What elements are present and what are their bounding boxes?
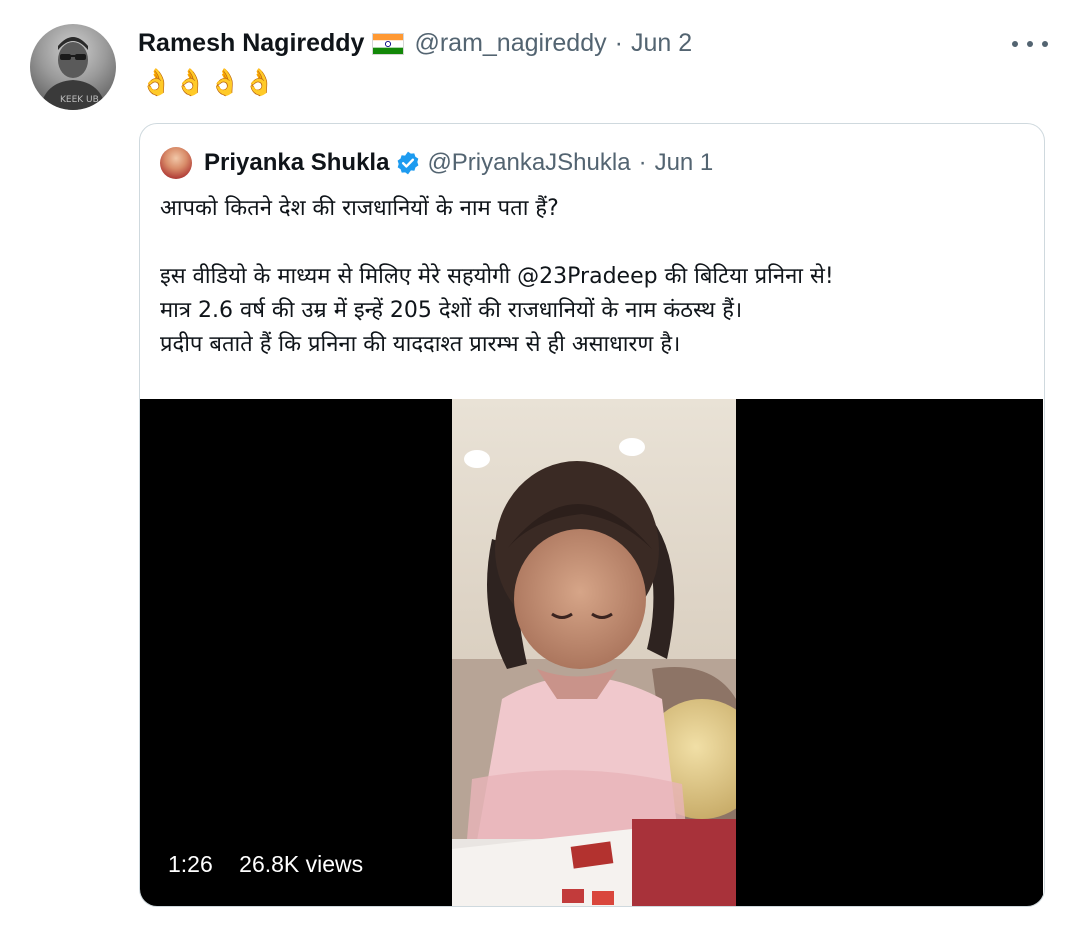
quoted-tweet-date[interactable]: Jun 1	[655, 149, 714, 177]
verified-badge-icon	[395, 150, 421, 176]
quoted-text-line: प्रदीप बताते हैं कि प्रनिना की याददाश्त …	[160, 332, 681, 357]
quoted-text-line: आपको कितने देश की राजधानियों के नाम पता …	[160, 196, 559, 221]
quoted-tweet[interactable]: Priyanka Shukla @PriyankaJShukla · Jun 1…	[139, 123, 1045, 907]
video-thumbnail[interactable]	[452, 399, 736, 906]
tweet-text: 👌👌👌👌	[140, 68, 278, 98]
author-avatar[interactable]: KEEK UB	[30, 24, 116, 110]
tweet-header: Ramesh Nagireddy @ram_nagireddy · Jun 2	[138, 26, 692, 60]
video-duration: 1:26	[168, 851, 213, 877]
quoted-text-line: मात्र 2.6 वर्ष की उम्र में इन्हें 205 दे…	[160, 298, 743, 323]
quoted-tweet-header: Priyanka Shukla @PriyankaJShukla · Jun 1	[160, 146, 713, 180]
india-flag-icon	[372, 33, 405, 55]
tweet[interactable]: KEEK UB Ramesh Nagireddy @ram_nagireddy …	[0, 0, 1076, 928]
tweet-date[interactable]: Jun 2	[631, 29, 692, 58]
quoted-author-name[interactable]: Priyanka Shukla	[204, 149, 389, 177]
quoted-text-line: इस वीडियो के माध्यम से मिलिए मेरे सहयोगी…	[160, 264, 834, 289]
author-name[interactable]: Ramesh Nagireddy	[138, 29, 364, 58]
quoted-author-handle[interactable]: @PriyankaJShukla	[427, 149, 630, 177]
quoted-header-separator: ·	[638, 149, 647, 176]
more-options-icon[interactable]	[1012, 32, 1048, 56]
author-handle[interactable]: @ram_nagireddy	[414, 29, 606, 58]
svg-text:KEEK UB: KEEK UB	[60, 95, 99, 105]
quoted-tweet-text: आपको कितने देश की राजधानियों के नाम पता …	[160, 192, 1020, 362]
quoted-author-avatar[interactable]	[160, 147, 192, 179]
video-meta: 1:26 26.8K views	[168, 851, 363, 878]
header-separator: ·	[614, 28, 623, 57]
video-views: 26.8K views	[239, 851, 364, 877]
quoted-text-blank-line	[160, 226, 1020, 260]
video-player[interactable]: 1:26 26.8K views	[140, 399, 1043, 906]
